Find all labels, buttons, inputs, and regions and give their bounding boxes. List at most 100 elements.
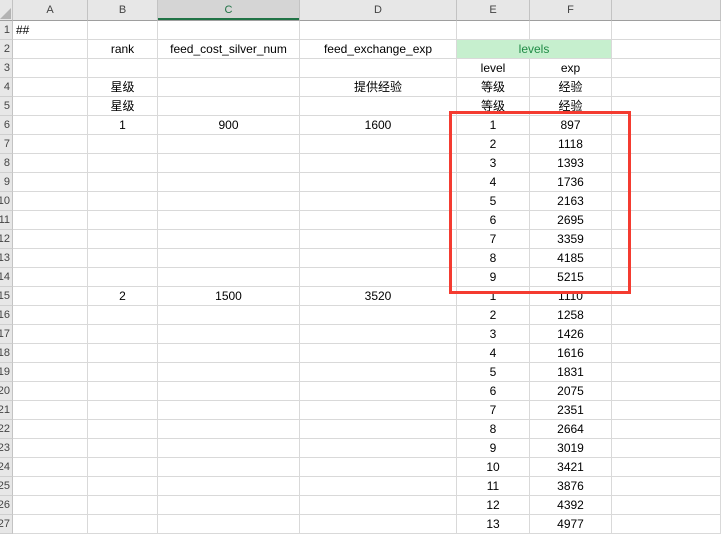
- cell-C13[interactable]: [158, 249, 300, 268]
- row-header-22[interactable]: 22: [0, 420, 13, 439]
- cell-A6[interactable]: [13, 116, 88, 135]
- cell-E1[interactable]: [457, 21, 530, 40]
- cell-A20[interactable]: [13, 382, 88, 401]
- cell-F17[interactable]: 1426: [530, 325, 612, 344]
- cell-E9[interactable]: 4: [457, 173, 530, 192]
- cell-D18[interactable]: [300, 344, 457, 363]
- cell-E18[interactable]: 4: [457, 344, 530, 363]
- row-header-12[interactable]: 12: [0, 230, 13, 249]
- cell-F25[interactable]: 3876: [530, 477, 612, 496]
- cell-B7[interactable]: [88, 135, 158, 154]
- cell-C20[interactable]: [158, 382, 300, 401]
- cell-D15[interactable]: 3520: [300, 287, 457, 306]
- row-header-7[interactable]: 7: [0, 135, 13, 154]
- cell-C10[interactable]: [158, 192, 300, 211]
- cell-G6[interactable]: [612, 116, 721, 135]
- cell-G17[interactable]: [612, 325, 721, 344]
- cell-D9[interactable]: [300, 173, 457, 192]
- cell-A15[interactable]: [13, 287, 88, 306]
- cell-A24[interactable]: [13, 458, 88, 477]
- cell-F6[interactable]: 897: [530, 116, 612, 135]
- cell-F14[interactable]: 5215: [530, 268, 612, 287]
- cell-E2[interactable]: levels: [457, 40, 612, 59]
- row-header-19[interactable]: 19: [0, 363, 13, 382]
- cell-B2[interactable]: rank: [88, 40, 158, 59]
- cell-B9[interactable]: [88, 173, 158, 192]
- row-header-14[interactable]: 14: [0, 268, 13, 287]
- cell-B3[interactable]: [88, 59, 158, 78]
- cell-F18[interactable]: 1616: [530, 344, 612, 363]
- row-header-20[interactable]: 20: [0, 382, 13, 401]
- cell-E8[interactable]: 3: [457, 154, 530, 173]
- row-header-11[interactable]: 11: [0, 211, 13, 230]
- cell-B24[interactable]: [88, 458, 158, 477]
- cell-G21[interactable]: [612, 401, 721, 420]
- cell-B23[interactable]: [88, 439, 158, 458]
- cell-D7[interactable]: [300, 135, 457, 154]
- cell-G5[interactable]: [612, 97, 721, 116]
- cell-D21[interactable]: [300, 401, 457, 420]
- row-header-26[interactable]: 26: [0, 496, 13, 515]
- row-header-2[interactable]: 2: [0, 40, 13, 59]
- cell-C7[interactable]: [158, 135, 300, 154]
- cell-C2[interactable]: feed_cost_silver_num: [158, 40, 300, 59]
- cell-E6[interactable]: 1: [457, 116, 530, 135]
- column-header-B[interactable]: B: [88, 0, 158, 21]
- cell-E21[interactable]: 7: [457, 401, 530, 420]
- cell-F5[interactable]: 经验: [530, 97, 612, 116]
- column-header-A[interactable]: A: [13, 0, 88, 21]
- cell-E7[interactable]: 2: [457, 135, 530, 154]
- cell-F22[interactable]: 2664: [530, 420, 612, 439]
- cell-F15[interactable]: 1110: [530, 287, 612, 306]
- row-header-27[interactable]: 27: [0, 515, 13, 534]
- cell-B6[interactable]: 1: [88, 116, 158, 135]
- cell-A17[interactable]: [13, 325, 88, 344]
- cell-G2[interactable]: [612, 40, 721, 59]
- cell-D17[interactable]: [300, 325, 457, 344]
- cell-D24[interactable]: [300, 458, 457, 477]
- cell-D1[interactable]: [300, 21, 457, 40]
- cell-G1[interactable]: [612, 21, 721, 40]
- cell-E15[interactable]: 1: [457, 287, 530, 306]
- cell-G12[interactable]: [612, 230, 721, 249]
- cell-A27[interactable]: [13, 515, 88, 534]
- row-header-10[interactable]: 10: [0, 192, 13, 211]
- cell-D3[interactable]: [300, 59, 457, 78]
- cell-D22[interactable]: [300, 420, 457, 439]
- cell-B22[interactable]: [88, 420, 158, 439]
- cell-E10[interactable]: 5: [457, 192, 530, 211]
- cell-D13[interactable]: [300, 249, 457, 268]
- cell-B12[interactable]: [88, 230, 158, 249]
- cell-B18[interactable]: [88, 344, 158, 363]
- cell-A5[interactable]: [13, 97, 88, 116]
- row-header-23[interactable]: 23: [0, 439, 13, 458]
- column-header-F[interactable]: F: [530, 0, 612, 21]
- cell-F12[interactable]: 3359: [530, 230, 612, 249]
- cell-A1[interactable]: ##: [13, 21, 88, 40]
- cell-A23[interactable]: [13, 439, 88, 458]
- cell-A9[interactable]: [13, 173, 88, 192]
- cell-A18[interactable]: [13, 344, 88, 363]
- cell-G16[interactable]: [612, 306, 721, 325]
- cell-G8[interactable]: [612, 154, 721, 173]
- cell-F27[interactable]: 4977: [530, 515, 612, 534]
- cell-E5[interactable]: 等级: [457, 97, 530, 116]
- column-header-D[interactable]: D: [300, 0, 457, 21]
- cell-C14[interactable]: [158, 268, 300, 287]
- row-header-9[interactable]: 9: [0, 173, 13, 192]
- cell-D4[interactable]: 提供经验: [300, 78, 457, 97]
- row-header-21[interactable]: 21: [0, 401, 13, 420]
- cell-C15[interactable]: 1500: [158, 287, 300, 306]
- cell-A8[interactable]: [13, 154, 88, 173]
- cell-B17[interactable]: [88, 325, 158, 344]
- cell-E23[interactable]: 9: [457, 439, 530, 458]
- cell-E14[interactable]: 9: [457, 268, 530, 287]
- cell-C3[interactable]: [158, 59, 300, 78]
- cell-E26[interactable]: 12: [457, 496, 530, 515]
- cell-G14[interactable]: [612, 268, 721, 287]
- cell-F7[interactable]: 1118: [530, 135, 612, 154]
- cell-C1[interactable]: [158, 21, 300, 40]
- cell-D16[interactable]: [300, 306, 457, 325]
- cell-B10[interactable]: [88, 192, 158, 211]
- cell-D23[interactable]: [300, 439, 457, 458]
